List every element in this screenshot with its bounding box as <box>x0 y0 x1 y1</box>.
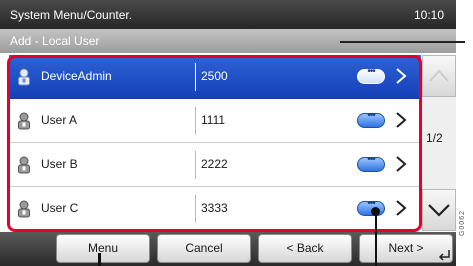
screen-title: System Menu/Counter. <box>10 8 133 22</box>
screen-subtitle: Add - Local User <box>10 34 100 48</box>
footer-bar: Menu Cancel < Back Next > <box>0 232 456 266</box>
clock: 10:10 <box>413 8 444 22</box>
page-indicator: 1/2 <box>426 131 443 145</box>
chevron-down-icon <box>428 204 450 217</box>
panel-screen: System Menu/Counter. 10:10 Add - Local U… <box>0 0 456 266</box>
callout-line-details <box>375 211 377 266</box>
enter-icon <box>438 250 450 261</box>
scroll-up-button[interactable] <box>422 55 456 97</box>
list-highlight-frame <box>7 55 422 232</box>
scroll-down-button[interactable] <box>422 189 456 231</box>
scroll-column: 1/2 <box>422 55 456 231</box>
title-bar: System Menu/Counter. 10:10 <box>0 0 456 29</box>
back-button[interactable]: < Back <box>258 234 352 263</box>
figure-code: G0062 <box>459 210 466 237</box>
cancel-button[interactable]: Cancel <box>157 234 251 263</box>
callout-line-search <box>340 41 465 43</box>
menu-button[interactable]: Menu <box>56 234 150 263</box>
callout-line-menu <box>98 253 101 266</box>
chevron-up-icon <box>429 69 449 82</box>
